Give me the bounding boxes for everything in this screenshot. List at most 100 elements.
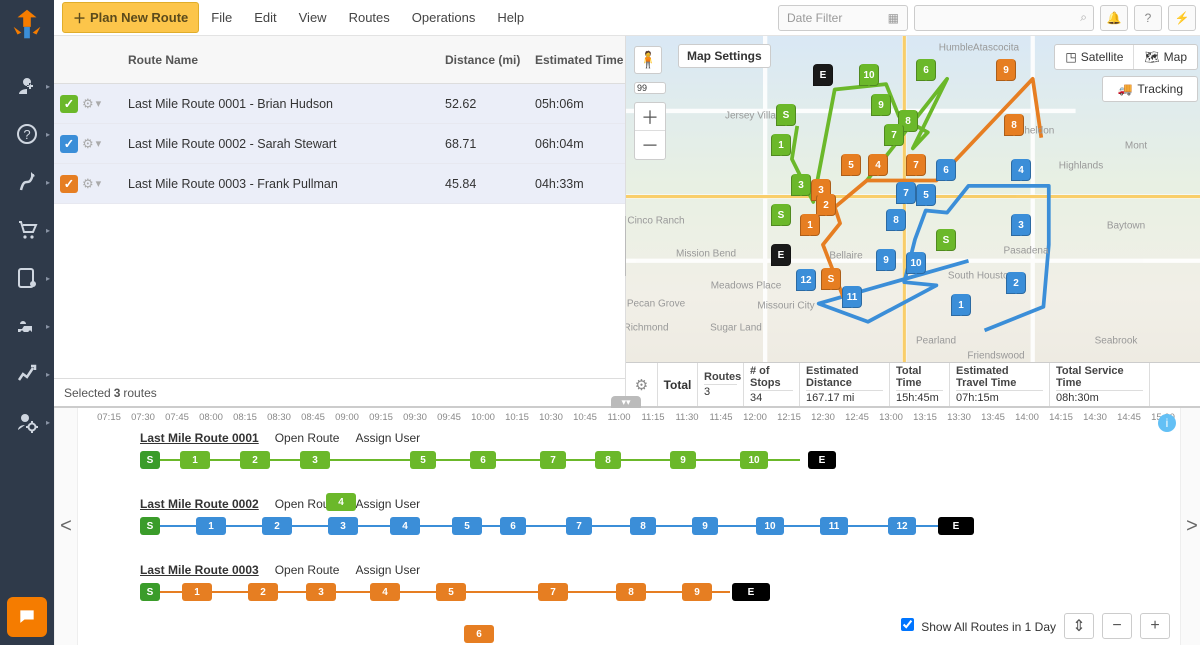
route-gear[interactable]: ⚙▾: [82, 136, 120, 152]
map-toggle[interactable]: 🗺Map: [1134, 45, 1197, 69]
nav-addressbook[interactable]: ▸: [0, 254, 54, 302]
map-marker[interactable]: 7: [896, 182, 916, 204]
map-marker[interactable]: 1: [800, 214, 820, 236]
timeline-stop[interactable]: 9: [682, 583, 712, 601]
map-marker[interactable]: 5: [841, 154, 861, 176]
date-filter[interactable]: Date Filter▦: [778, 5, 908, 31]
map-marker[interactable]: S: [771, 204, 791, 226]
timeline-route-name[interactable]: Last Mile Route 0002: [140, 497, 259, 511]
map-marker[interactable]: 3: [1011, 214, 1031, 236]
menu-edit[interactable]: Edit: [254, 10, 276, 25]
timeline-next[interactable]: >: [1180, 408, 1200, 645]
timeline-stop[interactable]: 5: [436, 583, 466, 601]
nav-fleet[interactable]: ▸: [0, 302, 54, 350]
map-marker[interactable]: 7: [884, 124, 904, 146]
timeline-stop[interactable]: 7: [566, 517, 592, 535]
assign-user-link[interactable]: Assign User: [355, 563, 420, 577]
timeline-stop[interactable]: 9: [692, 517, 718, 535]
route-row[interactable]: ✓ ⚙▾ Last Mile Route 0003 - Frank Pullma…: [54, 164, 625, 204]
collapse-timeline-handle[interactable]: ▾▾: [611, 396, 641, 408]
timeline-stop[interactable]: 3: [300, 451, 330, 469]
map-marker[interactable]: 10: [906, 252, 926, 274]
timeline-end-marker[interactable]: E: [732, 583, 770, 601]
bolt-button[interactable]: ⚡: [1168, 5, 1196, 31]
assign-user-link[interactable]: Assign User: [355, 431, 420, 445]
show-all-routes-toggle[interactable]: Show All Routes in 1 Day: [901, 618, 1056, 634]
map-marker[interactable]: 5: [916, 184, 936, 206]
route-row[interactable]: ✓ ⚙▾ Last Mile Route 0001 - Brian Hudson…: [54, 84, 625, 124]
timeline-start-marker[interactable]: S: [140, 517, 160, 535]
timeline-stop[interactable]: 6: [500, 517, 526, 535]
timeline-start-marker[interactable]: S: [140, 583, 160, 601]
timeline-stop[interactable]: 5: [410, 451, 436, 469]
timeline-stop[interactable]: 8: [630, 517, 656, 535]
col-route-name[interactable]: Route Name: [120, 53, 445, 67]
timeline-stop[interactable]: 5: [452, 517, 482, 535]
map-marker[interactable]: 1: [771, 134, 791, 156]
assign-user-link[interactable]: Assign User: [355, 497, 420, 511]
nav-analytics[interactable]: ▸: [0, 350, 54, 398]
timeline-route-name[interactable]: Last Mile Route 0001: [140, 431, 259, 445]
timeline-route-name[interactable]: Last Mile Route 0003: [140, 563, 259, 577]
route-gear[interactable]: ⚙▾: [82, 176, 120, 192]
map-marker[interactable]: S: [936, 229, 956, 251]
timeline-stop[interactable]: 4: [370, 583, 400, 601]
timeline-zoom-out[interactable]: −: [1102, 613, 1132, 639]
timeline-stop[interactable]: 11: [820, 517, 848, 535]
map-marker[interactable]: 11: [842, 286, 862, 308]
map-marker[interactable]: E: [771, 244, 791, 266]
open-route-link[interactable]: Open Route: [275, 431, 340, 445]
map-marker[interactable]: 9: [871, 94, 891, 116]
nav-route-up[interactable]: ▸: [0, 158, 54, 206]
map-marker[interactable]: E: [813, 64, 833, 86]
streetview-pegman[interactable]: 🧍: [634, 46, 662, 74]
map-marker[interactable]: 6: [916, 59, 936, 81]
timeline-stop[interactable]: 8: [595, 451, 621, 469]
timeline-stop[interactable]: 2: [248, 583, 278, 601]
timeline-stop[interactable]: 6: [464, 625, 494, 643]
timeline-stop[interactable]: 3: [306, 583, 336, 601]
map-marker[interactable]: 6: [936, 159, 956, 181]
notifications-button[interactable]: 🔔: [1100, 5, 1128, 31]
route-gear[interactable]: ⚙▾: [82, 96, 120, 112]
timeline-end-marker[interactable]: E: [938, 517, 974, 535]
timeline-stop[interactable]: 4: [390, 517, 420, 535]
map-marker[interactable]: S: [776, 104, 796, 126]
map-marker[interactable]: 2: [1006, 272, 1026, 294]
timeline-stop[interactable]: 10: [740, 451, 768, 469]
timeline-stop[interactable]: 7: [538, 583, 568, 601]
route-row[interactable]: ✓ ⚙▾ Last Mile Route 0002 - Sarah Stewar…: [54, 124, 625, 164]
map-marker[interactable]: 8: [1004, 114, 1024, 136]
timeline-expand-height[interactable]: ⇕: [1064, 613, 1094, 639]
map-marker[interactable]: 3: [791, 174, 811, 196]
col-distance[interactable]: Distance (mi): [445, 53, 535, 67]
menu-view[interactable]: View: [299, 10, 327, 25]
col-est-time[interactable]: Estimated Time: [535, 53, 625, 67]
map-marker[interactable]: 7: [906, 154, 926, 176]
nav-cart[interactable]: ▸: [0, 206, 54, 254]
map-marker[interactable]: 4: [868, 154, 888, 176]
timeline-stop[interactable]: 7: [540, 451, 566, 469]
timeline-stop[interactable]: 4: [326, 493, 356, 511]
help-button[interactable]: ?: [1134, 5, 1162, 31]
search-box[interactable]: ⌕: [914, 5, 1094, 31]
timeline-stop[interactable]: 9: [670, 451, 696, 469]
map-marker[interactable]: 9: [876, 249, 896, 271]
timeline-stop[interactable]: 10: [756, 517, 784, 535]
zoom-in-button[interactable]: ＋: [635, 103, 665, 131]
route-checkbox[interactable]: ✓: [60, 95, 78, 113]
search-input[interactable]: [921, 11, 1080, 25]
timeline-stop[interactable]: 1: [180, 451, 210, 469]
nav-user-settings[interactable]: ▸: [0, 398, 54, 446]
open-route-link[interactable]: Open Route: [275, 563, 340, 577]
chat-button[interactable]: [7, 597, 47, 637]
menu-help[interactable]: Help: [497, 10, 524, 25]
map-marker[interactable]: 8: [886, 209, 906, 231]
timeline-stop[interactable]: 3: [328, 517, 358, 535]
map-pane[interactable]: Jersey VillageCinco RanchMission BendMea…: [626, 36, 1200, 406]
timeline-stop[interactable]: 12: [888, 517, 916, 535]
nav-help[interactable]: ?▸: [0, 110, 54, 158]
menu-routes[interactable]: Routes: [349, 10, 390, 25]
timeline-end-marker[interactable]: E: [808, 451, 836, 469]
timeline-stop[interactable]: 2: [240, 451, 270, 469]
